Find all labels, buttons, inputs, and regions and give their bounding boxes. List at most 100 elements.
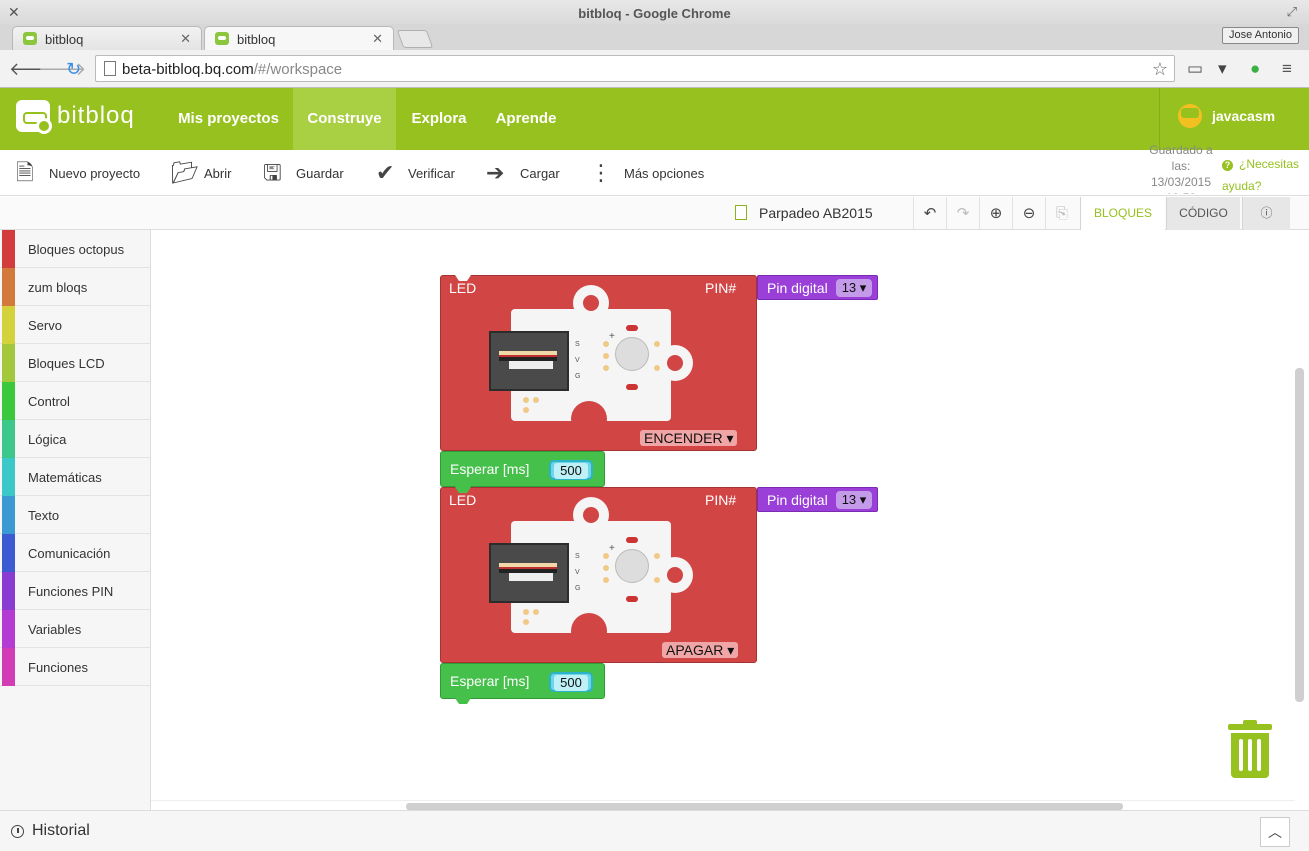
upload-button[interactable]: ➔ Cargar: [486, 150, 566, 196]
bitbloq-favicon-icon: [23, 32, 37, 45]
led-block[interactable]: LED PIN# S V G + ENCENDER ▾: [440, 275, 757, 451]
board-cutout: [571, 401, 607, 437]
logo-text[interactable]: bitbloq: [57, 102, 135, 130]
category-zum-bloqs[interactable]: zum bloqs: [0, 268, 150, 306]
pin-number-dropdown[interactable]: 13 ▾: [836, 491, 872, 509]
led-board-image: S V G +: [489, 497, 693, 649]
history-bar: Historial ︿: [0, 810, 1309, 851]
browser-tab-label: bitbloq: [237, 32, 276, 47]
board-pad: [603, 365, 609, 371]
browser-tab-2[interactable]: bitbloq ✕: [204, 26, 394, 50]
led-block[interactable]: LED PIN# S V G + APAGAR ▾: [440, 487, 757, 663]
pin-digital-block[interactable]: Pin digital 13 ▾: [757, 487, 878, 512]
pin-g-label: G: [575, 373, 581, 380]
chrome-menu-icon[interactable]: ≡: [1282, 59, 1292, 79]
pin-plus-label: +: [609, 543, 615, 554]
user-menu[interactable]: javacasm: [1159, 88, 1309, 150]
category-control[interactable]: Control: [0, 382, 150, 420]
nav-explora[interactable]: Explora: [404, 88, 474, 150]
more-options-button[interactable]: ⋮ Más opciones: [588, 150, 708, 196]
block-categories-sidebar: Bloques octopus zum bloqs Servo Bloques …: [0, 230, 151, 810]
led-icon: [615, 337, 649, 371]
pocket-icon[interactable]: ▾: [1218, 59, 1227, 79]
pin-label: PIN#: [705, 492, 737, 508]
pin-digital-block[interactable]: Pin digital 13 ▾: [757, 275, 878, 300]
undo-icon[interactable]: ↶: [913, 197, 946, 230]
board-connector: [489, 331, 569, 391]
category-variables[interactable]: Variables: [0, 610, 150, 648]
verify-button[interactable]: ✔ Verificar: [376, 150, 461, 196]
nav-mis-proyectos[interactable]: Mis proyectos: [170, 88, 287, 150]
zoom-in-icon[interactable]: ⊕: [979, 197, 1012, 230]
category-label: Comunicación: [28, 546, 111, 561]
pin-number-dropdown[interactable]: 13 ▾: [836, 279, 872, 297]
wait-block[interactable]: Esperar [ms] 500: [440, 451, 605, 492]
new-project-button[interactable]: 🗎 Nuevo proyecto: [16, 150, 146, 196]
open-button[interactable]: 📂︎ Abrir: [171, 150, 236, 196]
board-hole: [573, 497, 609, 533]
help-link[interactable]: ? ¿Necesitas ayuda?: [1222, 153, 1306, 197]
history-label[interactable]: Historial: [32, 822, 90, 840]
wait-ms-value: 500: [554, 463, 588, 479]
browser-tabstrip: bitbloq ✕ bitbloq ✕ Jose Antonio: [0, 24, 1309, 50]
board-pad: [523, 397, 529, 403]
category-bloques-octopus[interactable]: Bloques octopus: [0, 230, 150, 268]
cast-icon[interactable]: ▭: [1187, 59, 1203, 79]
horizontal-scrollbar[interactable]: [406, 803, 1123, 810]
wait-ms-input[interactable]: 500: [549, 460, 593, 480]
window-title: bitbloq - Google Chrome: [578, 6, 731, 21]
reload-icon[interactable]: ↻: [66, 59, 81, 80]
category-bloques-lcd[interactable]: Bloques LCD: [0, 344, 150, 382]
wait-ms-input[interactable]: 500: [549, 672, 593, 692]
category-label: Lógica: [28, 432, 67, 447]
category-color: [2, 610, 15, 648]
category-funciones[interactable]: Funciones: [0, 648, 150, 686]
browser-profile-badge[interactable]: Jose Antonio: [1222, 27, 1299, 44]
tab-close-icon[interactable]: ✕: [180, 31, 191, 47]
paste-icon[interactable]: ⎘: [1045, 197, 1078, 230]
category-comunicacion[interactable]: Comunicación: [0, 534, 150, 572]
checkmark-icon: ✔: [376, 160, 395, 185]
redo-icon[interactable]: ↷: [946, 197, 979, 230]
browser-tab-1[interactable]: bitbloq ✕: [12, 26, 202, 50]
zoom-out-icon[interactable]: ⊖: [1012, 197, 1045, 230]
new-tab-button[interactable]: [396, 30, 434, 48]
save-label: Guardar: [296, 166, 344, 181]
wait-label: Esperar [ms]: [450, 461, 530, 477]
led-block-label: LED: [449, 492, 477, 508]
new-file-icon: 🗎: [16, 160, 34, 185]
category-logica[interactable]: Lógica: [0, 420, 150, 458]
board-pad: [603, 577, 609, 583]
trash-icon[interactable]: [1228, 720, 1272, 778]
tab-bloques[interactable]: BLOQUES: [1080, 197, 1165, 230]
category-label: Control: [28, 394, 70, 409]
category-funciones-pin[interactable]: Funciones PIN: [0, 572, 150, 610]
save-button[interactable]: 🖫 Guardar: [263, 150, 348, 196]
board-connector: [489, 543, 569, 603]
board-cutout: [571, 613, 607, 649]
extension-leaf-icon[interactable]: ●: [1250, 59, 1260, 79]
wait-block[interactable]: Esperar [ms] 500: [440, 663, 605, 704]
category-texto[interactable]: Texto: [0, 496, 150, 534]
saved-timestamp: Guardado a las: 13/03/2015 19:50: [1149, 143, 1213, 194]
category-servo[interactable]: Servo: [0, 306, 150, 344]
tab-close-icon[interactable]: ✕: [372, 31, 383, 47]
led-state-dropdown[interactable]: APAGAR ▾: [662, 642, 739, 658]
led-state-dropdown[interactable]: ENCENDER ▾: [640, 430, 738, 446]
help-label: ¿Necesitas ayuda?: [1222, 157, 1300, 193]
folder-open-icon: 📂︎: [171, 160, 199, 185]
nav-construye[interactable]: Construye: [293, 88, 396, 150]
address-bar[interactable]: beta-bitbloq.bq.com/#/workspace ☆: [95, 55, 1175, 82]
tab-codigo[interactable]: CÓDIGO: [1166, 197, 1240, 230]
category-matematicas[interactable]: Matemáticas: [0, 458, 150, 496]
project-toolbar: 🗎 Nuevo proyecto 📂︎ Abrir 🖫 Guardar ✔ Ve…: [0, 150, 1309, 196]
chevron-up-icon[interactable]: ︿: [1260, 817, 1290, 847]
nav-aprende[interactable]: Aprende: [488, 88, 564, 150]
led-board-image: S V G +: [489, 285, 693, 437]
bookmark-star-icon[interactable]: ☆: [1152, 59, 1168, 80]
info-icon[interactable]: ⓘ: [1242, 197, 1290, 230]
project-file-icon: [735, 205, 747, 220]
project-name[interactable]: Parpadeo AB2015: [759, 205, 873, 221]
window-maximize-icon[interactable]: ⤢: [1287, 4, 1297, 20]
vertical-scrollbar[interactable]: [1295, 368, 1304, 702]
